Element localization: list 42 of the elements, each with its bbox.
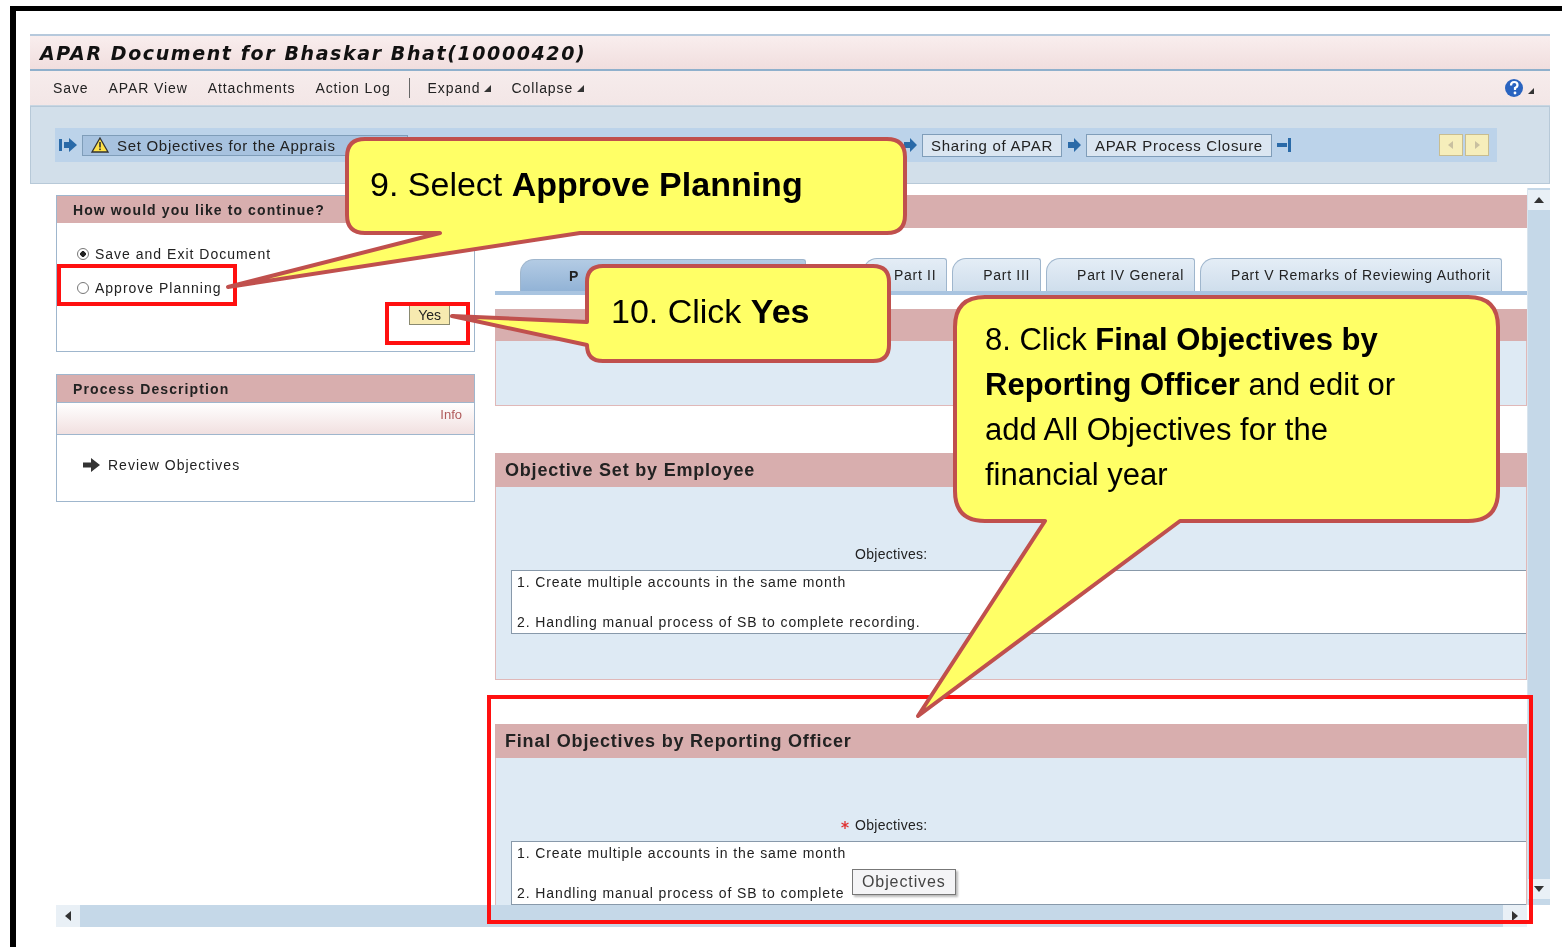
field-label: Objectives: xyxy=(855,817,928,833)
radio-option[interactable]: Approve Planning xyxy=(77,279,222,296)
roadmap-step[interactable]: Sharing of APAR xyxy=(922,133,1062,157)
process-step[interactable]: Review Objectives xyxy=(108,457,241,473)
arrow-icon xyxy=(903,138,917,152)
field-label: Objectives: xyxy=(855,546,928,562)
scroll-up-icon[interactable] xyxy=(1528,190,1550,210)
yes-button[interactable]: Yes xyxy=(409,305,450,325)
section-header[interactable]: Final Objectives by Reporting Officer xyxy=(495,724,1527,758)
tab[interactable]: Part III xyxy=(952,258,1042,291)
vertical-scrollbar[interactable] xyxy=(1527,188,1550,905)
toolbar-button[interactable]: Action Log xyxy=(315,80,391,96)
warning-icon xyxy=(91,137,109,153)
radio-option[interactable]: Save and Exit Document xyxy=(77,245,272,262)
toolbar-button[interactable]: Attachments xyxy=(207,80,296,96)
help-icon[interactable] xyxy=(1504,78,1536,98)
caret-icon xyxy=(484,84,492,92)
menu-button[interactable]: Collapse xyxy=(511,80,585,96)
end-marker-icon xyxy=(1276,137,1293,153)
arrow-icon xyxy=(1066,138,1081,152)
menu-button[interactable]: Expand xyxy=(427,80,492,96)
arrow-icon xyxy=(83,458,100,472)
info-link[interactable]: Info xyxy=(440,407,462,434)
caret-right-icon xyxy=(1473,140,1481,150)
objectives-field[interactable]: 1. Create multiple accounts in the same month 2. Handling manual process of SB to complete Objectives xyxy=(511,841,1526,905)
caret-icon xyxy=(577,84,585,92)
radio-button[interactable] xyxy=(77,281,89,294)
objectives-field[interactable]: 1. Create multiple accounts in the same month 2. Handling manual process of SB to complete recording. xyxy=(511,570,1526,634)
panel-title: Process Description xyxy=(57,375,474,402)
caret-left-icon xyxy=(1447,140,1455,150)
window-title: APAR Document for Bhaskar Bhat(10000420) xyxy=(40,41,587,64)
callout-text: 10. Click Yes xyxy=(611,291,810,332)
tab[interactable]: Part IV General xyxy=(1046,258,1196,291)
radio-button[interactable] xyxy=(77,247,89,260)
roadmap-step[interactable]: APAR Process Closure xyxy=(1085,133,1272,157)
scroll-left-icon[interactable] xyxy=(56,905,80,927)
required-icon xyxy=(841,821,849,829)
tab[interactable]: Part V Remarks of Reviewing Authorit xyxy=(1200,258,1502,291)
toolbar-button[interactable]: Save xyxy=(53,80,89,96)
start-marker-icon xyxy=(58,137,78,153)
toolbar-button[interactable]: APAR View xyxy=(108,80,188,96)
tooltip: Objectives xyxy=(852,869,956,895)
